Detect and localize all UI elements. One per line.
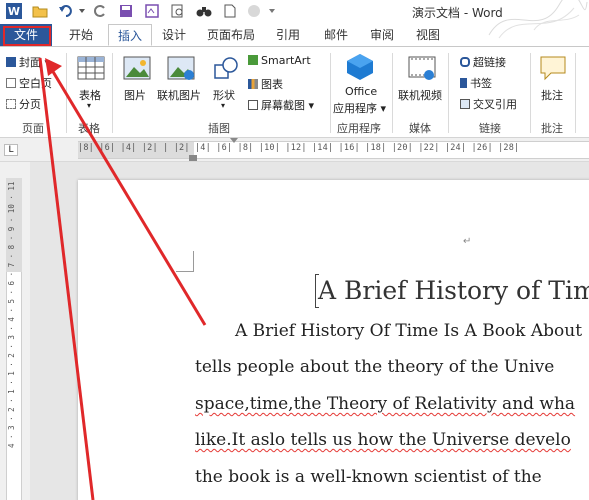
body-line-5[interactable]: the book is a well-known scientist of th…	[195, 467, 542, 487]
find-binoculars-icon[interactable]	[196, 3, 212, 19]
group-label-pages: 页面	[22, 122, 44, 135]
body-line-2-text: tells people about the theory of the Uni…	[195, 357, 555, 377]
picture-icon	[123, 56, 151, 80]
body-line-2[interactable]: tells people about the theory of the Uni…	[195, 357, 554, 377]
body-line-4[interactable]: like.It aslo tells us how the Universe d…	[195, 430, 571, 450]
redo-icon[interactable]	[92, 3, 108, 19]
tab-view[interactable]: 视图	[408, 24, 448, 46]
ribbon-insert: 封面 ▾ 空白页 分页 页面 表格 ▾ 表格 图片 联机图片 形状 ▾ Smar…	[0, 46, 589, 138]
group-label-comments: 批注	[541, 122, 563, 135]
page-break-button[interactable]: 分页	[6, 96, 41, 112]
group-label-apps: 应用程序	[337, 122, 381, 135]
print-preview-icon[interactable]	[170, 3, 186, 19]
group-label-links: 链接	[479, 122, 501, 135]
group-separator	[392, 53, 393, 133]
online-picture-button[interactable]: 联机图片	[157, 87, 201, 103]
tab-insert[interactable]: 插入	[108, 24, 152, 46]
vertical-ruler-labels: 4 · 3 · 2 · 1 · 1 · 2 · 3 · 4 · 5 · 6 · …	[7, 182, 16, 449]
office-label[interactable]: Office	[345, 85, 377, 98]
online-picture-icon	[167, 56, 195, 80]
online-video-button[interactable]: 联机视频	[398, 87, 442, 103]
body-line-3[interactable]: space,time,the Theory of Relativity and …	[195, 394, 575, 414]
group-label-media: 媒体	[409, 122, 431, 135]
smartart-button[interactable]: SmartArt	[248, 54, 311, 67]
open-folder-icon[interactable]	[32, 3, 48, 19]
paragraph-mark: ↵	[463, 236, 472, 247]
app-store-button[interactable]: 应用程序 ▾	[333, 100, 386, 116]
word-logo-icon: W	[6, 3, 22, 19]
shapes-icon	[214, 57, 238, 79]
group-separator	[112, 53, 113, 133]
group-label-tables: 表格	[78, 122, 100, 135]
group-separator	[448, 53, 449, 133]
group-separator	[330, 53, 331, 133]
comment-button[interactable]: 批注	[541, 87, 563, 103]
margin-corner-mark	[176, 251, 194, 272]
group-label-illustrations: 插图	[208, 122, 230, 135]
bookmark-button[interactable]: 书签	[460, 75, 492, 91]
tab-home[interactable]: 开始	[58, 24, 104, 46]
shapes-dropdown-icon[interactable]: ▾	[221, 101, 225, 110]
hanging-indent-marker[interactable]	[189, 155, 197, 161]
first-line-indent-marker[interactable]	[230, 138, 238, 143]
table-dropdown-icon[interactable]: ▾	[87, 101, 91, 110]
new-document-icon[interactable]	[222, 3, 238, 19]
cover-page-button[interactable]: 封面 ▾	[6, 54, 50, 70]
tab-page-layout[interactable]: 页面布局	[202, 24, 260, 46]
online-video-icon	[408, 56, 436, 80]
body-line-1[interactable]: A Brief History Of Time Is A Book About	[235, 321, 582, 341]
document-title[interactable]: A Brief History of Tim	[318, 276, 589, 305]
table-icon	[77, 56, 105, 80]
undo-dropdown-icon[interactable]	[74, 3, 90, 19]
undo-icon[interactable]	[58, 3, 74, 19]
tab-references[interactable]: 引用	[268, 24, 308, 46]
save-icon[interactable]	[118, 3, 134, 19]
tab-mailings[interactable]: 邮件	[316, 24, 356, 46]
group-separator	[66, 53, 67, 133]
cross-reference-button[interactable]: 交叉引用	[460, 96, 517, 112]
customize-qat-icon[interactable]	[264, 3, 280, 19]
office-store-icon	[347, 54, 373, 80]
ribbon-tabs: 文件 开始 插入 设计 页面布局 引用 邮件 审阅 视图	[0, 24, 589, 46]
tab-review[interactable]: 审阅	[362, 24, 402, 46]
comment-icon	[540, 56, 566, 81]
form-icon[interactable]	[144, 3, 160, 19]
tab-selector[interactable]: L	[4, 144, 18, 156]
tab-design[interactable]: 设计	[154, 24, 194, 46]
title-bar: W 演示文档 - Word	[0, 0, 589, 39]
chart-button[interactable]: 图表	[248, 76, 283, 92]
file-tab-highlight	[3, 26, 51, 46]
group-separator	[575, 53, 576, 133]
circle-icon[interactable]	[246, 3, 262, 19]
horizontal-ruler-labels: |8| |6| |4| |2| | |2| |4| |6| |8| |10| |…	[78, 143, 520, 153]
screenshot-button[interactable]: 屏幕截图 ▾	[248, 97, 314, 113]
blank-page-button[interactable]: 空白页	[6, 75, 52, 91]
picture-button[interactable]: 图片	[124, 87, 146, 103]
group-separator	[530, 53, 531, 133]
hyperlink-button[interactable]: 超链接	[460, 54, 506, 70]
